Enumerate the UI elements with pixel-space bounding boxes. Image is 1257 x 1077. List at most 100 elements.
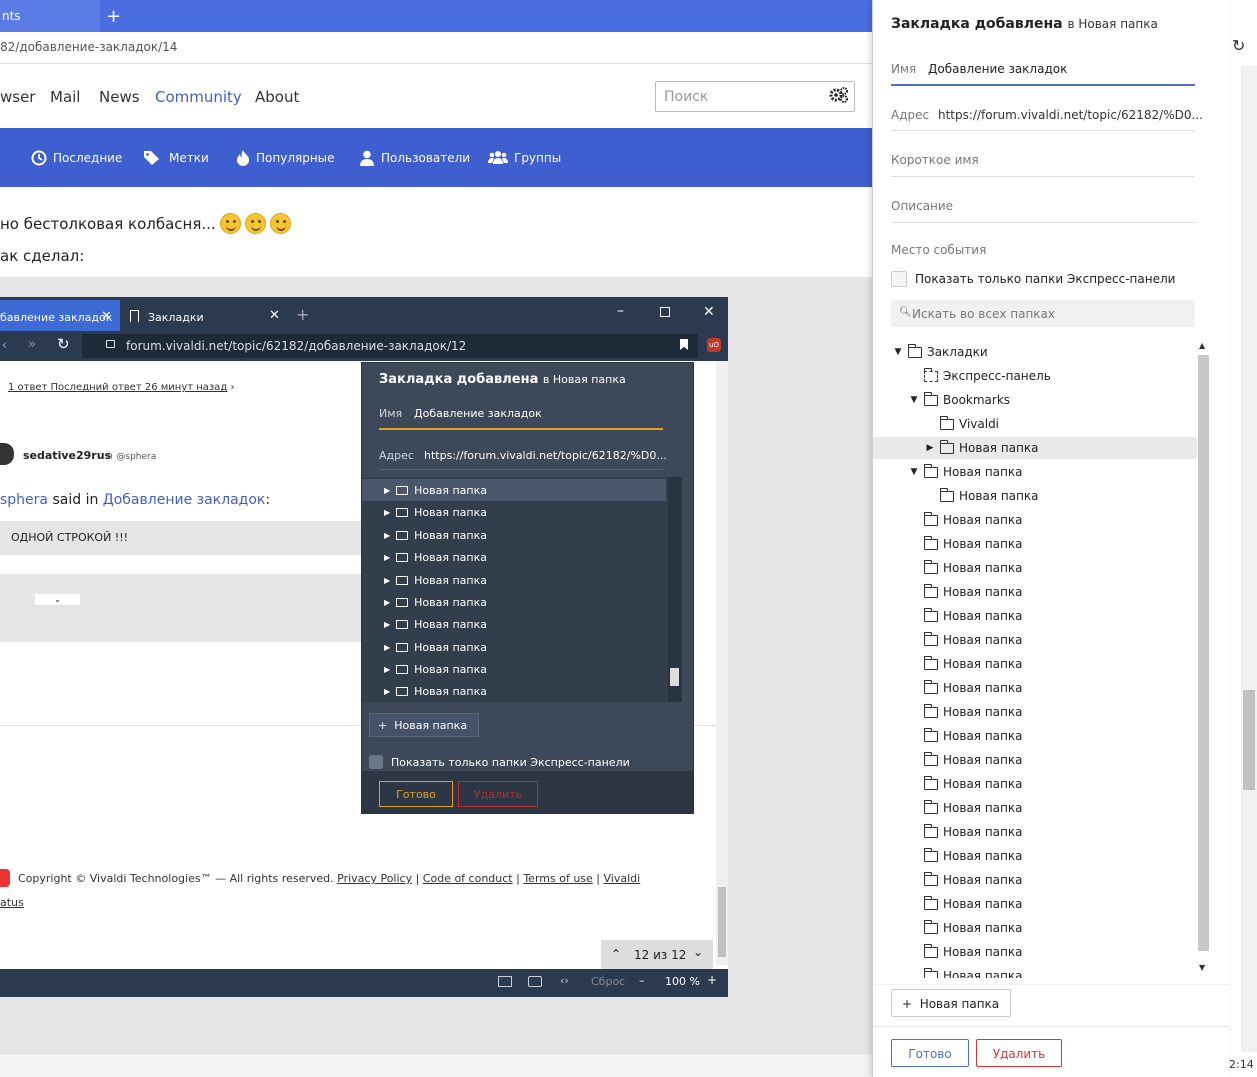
pager-text: 12 из 12 bbox=[634, 948, 687, 962]
checkbox-label: Показать только папки Экспресс-панели bbox=[915, 272, 1176, 286]
menu-popular[interactable]: Популярные bbox=[236, 150, 335, 166]
folder-tree-item[interactable]: Новая папка bbox=[909, 868, 1022, 892]
folder-icon bbox=[923, 679, 938, 694]
inner-folder-row: ▶ Новая папка bbox=[384, 550, 488, 564]
done-button[interactable]: Готово bbox=[891, 1039, 969, 1067]
folder-tree-item[interactable]: Новая папка bbox=[909, 700, 1022, 724]
menu-tags[interactable]: Метки bbox=[143, 150, 209, 166]
inner-tab1-label: бавление закладок bbox=[0, 311, 113, 324]
folder-tree-item[interactable]: Экспресс-панель bbox=[909, 364, 1051, 388]
inner-tab-close-icon: ✕ bbox=[269, 308, 280, 323]
inner-folder-row: ▶ Новая папка bbox=[384, 617, 488, 631]
gears-icon[interactable] bbox=[829, 86, 849, 104]
folder-icon bbox=[939, 487, 954, 502]
window-close-icon[interactable]: ✕ bbox=[1240, 6, 1253, 24]
folder-tree-item[interactable]: Новая папка bbox=[909, 628, 1022, 652]
browser-tab[interactable]: nts bbox=[0, 0, 100, 32]
inner-close-icon: ✕ bbox=[703, 304, 715, 320]
new-tab-button[interactable]: + bbox=[106, 6, 121, 27]
inner-folder-row: ▶ Новая папка bbox=[384, 595, 488, 609]
folder-icon bbox=[923, 559, 938, 574]
inner-addr-underline bbox=[379, 469, 663, 470]
folder-tree-item[interactable]: Новая папка bbox=[909, 532, 1022, 556]
new-folder-button[interactable]: + Новая папка bbox=[891, 989, 1011, 1017]
folder-tree-item[interactable]: Новая папка bbox=[909, 964, 1022, 978]
tree-scroll-up-icon[interactable]: ▲ bbox=[1199, 341, 1205, 350]
folder-tree-item[interactable]: Новая папка bbox=[909, 892, 1022, 916]
address-text[interactable]: 82/добавление-закладок/14 bbox=[0, 40, 177, 54]
folder-tree-item[interactable]: ▼ Новая папка bbox=[909, 460, 1022, 484]
nickname-underline bbox=[891, 176, 1195, 177]
menu-groups[interactable]: Группы bbox=[488, 150, 561, 166]
nav-mail[interactable]: Mail bbox=[50, 88, 80, 106]
folder-icon bbox=[923, 847, 938, 862]
name-field[interactable]: Добавление закладок bbox=[928, 62, 1067, 76]
inner-maximize-icon bbox=[660, 307, 670, 317]
folder-tree-label: Новая папка bbox=[943, 801, 1023, 815]
folder-tree-item[interactable]: Новая папка bbox=[909, 604, 1022, 628]
status-bar bbox=[0, 1053, 872, 1077]
folder-icon bbox=[923, 943, 938, 958]
folder-tree-item[interactable]: Новая папка bbox=[909, 724, 1022, 748]
folder-icon bbox=[396, 664, 409, 674]
folder-icon bbox=[923, 463, 938, 478]
bookmark-panel: Закладка добавлена в Новая папка Имя Доб… bbox=[872, 0, 1229, 1077]
inner-folder-row: ▶ Новая папка bbox=[384, 483, 488, 497]
folder-tree-item[interactable]: ▶ Новая папка bbox=[925, 436, 1038, 460]
nav-community[interactable]: Community bbox=[155, 88, 242, 106]
folder-tree-item[interactable]: Новая папка bbox=[909, 820, 1022, 844]
inner-folder-row: ▶ Новая папка bbox=[384, 662, 488, 676]
tree-scroll-thumb[interactable] bbox=[1198, 355, 1209, 951]
tree-scroll-down-icon[interactable]: ▼ bbox=[1199, 963, 1205, 972]
inner-new-folder-button: + Новая папка bbox=[369, 713, 479, 737]
speed-dial-only-checkbox[interactable] bbox=[891, 271, 907, 287]
folder-tree-item[interactable]: ▼ Bookmarks bbox=[909, 388, 1010, 412]
menu-recent[interactable]: Последние bbox=[31, 150, 122, 166]
inner-name-underline bbox=[379, 428, 663, 430]
description-field[interactable]: Описание bbox=[891, 199, 953, 213]
caret-down-icon[interactable]: ▼ bbox=[893, 347, 903, 357]
folder-tree-item[interactable]: Новая папка bbox=[909, 940, 1022, 964]
caret-right-icon[interactable]: ▶ bbox=[925, 443, 935, 453]
folder-tree-item[interactable]: Новая папка bbox=[909, 508, 1022, 532]
folder-tree-item[interactable]: Новая папка bbox=[925, 484, 1038, 508]
folder-tree-label: Новая папка bbox=[943, 729, 1023, 743]
folder-tree-label: Новая папка bbox=[943, 657, 1023, 671]
page-scrollbar[interactable] bbox=[1241, 66, 1257, 1052]
folder-tree-item[interactable]: ▼ Закладки bbox=[893, 340, 988, 364]
folder-icon bbox=[923, 535, 938, 550]
menu-users-label: Пользователи bbox=[381, 151, 471, 165]
caret-down-icon[interactable]: ▼ bbox=[909, 395, 919, 405]
clock-icon bbox=[31, 150, 47, 166]
address-field[interactable]: https://forum.vivaldi.net/topic/62182/%D… bbox=[938, 108, 1203, 122]
inner-tab2-label: Закладки bbox=[148, 311, 204, 324]
folder-tree-item[interactable]: Новая папка bbox=[909, 916, 1022, 940]
folder-tree-item[interactable]: Новая папка bbox=[909, 580, 1022, 604]
menu-users[interactable]: Пользователи bbox=[359, 150, 470, 166]
nav-browser[interactable]: wser bbox=[0, 88, 35, 106]
folder-tree-item[interactable]: Новая папка bbox=[909, 556, 1022, 580]
folder-tree-item[interactable]: Новая папка bbox=[909, 748, 1022, 772]
nickname-field[interactable]: Короткое имя bbox=[891, 153, 979, 167]
folder-icon bbox=[923, 919, 938, 934]
inner-folder-row: ▶ Новая папка bbox=[384, 573, 488, 587]
folder-tree-item[interactable]: Новая папка bbox=[909, 772, 1022, 796]
inner-copyright: Copyright © Vivaldi Technologies™ — All … bbox=[18, 872, 641, 885]
folder-tree-item[interactable]: Vivaldi bbox=[925, 412, 999, 436]
folder-tree-item[interactable]: Новая папка bbox=[909, 844, 1022, 868]
folder-tree-item[interactable]: Новая папка bbox=[909, 676, 1022, 700]
folder-tree-item[interactable]: Новая папка bbox=[909, 652, 1022, 676]
inner-reply-meta: 1 ответ Последний ответ 26 минут назад › bbox=[8, 382, 235, 393]
nav-about[interactable]: About bbox=[255, 88, 299, 106]
smile-emoji-icon bbox=[219, 213, 241, 234]
folder-tree-label: Новая папка bbox=[943, 513, 1023, 527]
delete-button[interactable]: Удалить bbox=[976, 1039, 1062, 1067]
pager-up-icon: ⌃ bbox=[611, 947, 622, 961]
page-scroll-thumb[interactable] bbox=[1243, 690, 1255, 790]
caret-down-icon[interactable]: ▼ bbox=[909, 467, 919, 477]
reload-icon[interactable]: ↻ bbox=[1232, 36, 1245, 55]
nav-news[interactable]: News bbox=[99, 88, 140, 106]
folder-tree-item[interactable]: Новая папка bbox=[909, 796, 1022, 820]
inner-folder-row: ▶ Новая папка bbox=[384, 640, 488, 654]
inner-zoom-out-icon: – bbox=[639, 974, 645, 987]
